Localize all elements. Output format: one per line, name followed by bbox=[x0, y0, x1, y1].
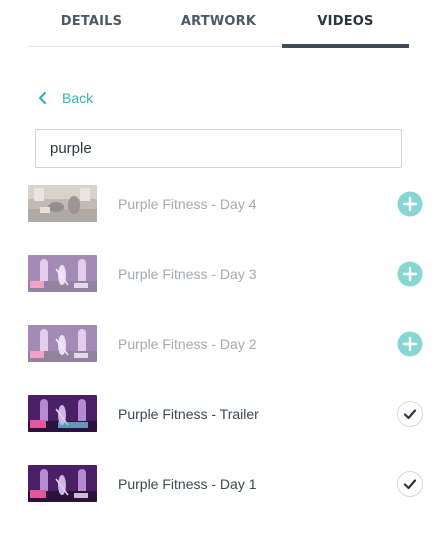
check-circle-icon bbox=[397, 401, 423, 427]
added-video-button[interactable] bbox=[396, 400, 424, 428]
back-label: Back bbox=[62, 90, 94, 106]
check-circle-icon bbox=[397, 471, 423, 497]
chevron-left-icon bbox=[38, 91, 47, 105]
video-title: Purple Fitness - Day 4 bbox=[118, 196, 257, 212]
plus-circle-icon bbox=[397, 331, 423, 357]
video-row-day-3: Purple Fitness - Day 3 bbox=[0, 239, 444, 309]
add-video-button[interactable] bbox=[396, 190, 424, 218]
add-video-button[interactable] bbox=[396, 260, 424, 288]
video-row-trailer: Purple Fitness - Trailer bbox=[0, 379, 444, 449]
plus-circle-icon bbox=[397, 261, 423, 287]
video-thumbnail bbox=[28, 465, 97, 502]
video-thumbnail bbox=[28, 185, 97, 222]
back-link[interactable]: Back bbox=[36, 88, 93, 108]
video-title: Purple Fitness - Day 2 bbox=[118, 336, 257, 352]
video-title: Purple Fitness - Day 3 bbox=[118, 266, 257, 282]
video-row-day-1: Purple Fitness - Day 1 bbox=[0, 449, 444, 519]
video-thumbnail bbox=[28, 395, 97, 432]
plus-circle-icon bbox=[397, 191, 423, 217]
video-row-day-4: Purple Fitness - Day 4 bbox=[0, 169, 444, 239]
added-video-button[interactable] bbox=[396, 470, 424, 498]
tab-artwork[interactable]: ARTWORK bbox=[155, 0, 282, 46]
video-thumbnail bbox=[28, 255, 97, 292]
add-video-button[interactable] bbox=[396, 330, 424, 358]
search-input[interactable] bbox=[35, 129, 402, 168]
video-thumbnail bbox=[28, 325, 97, 362]
video-row-day-2: Purple Fitness - Day 2 bbox=[0, 309, 444, 379]
tab-bar: DETAILS ARTWORK VIDEOS bbox=[28, 0, 409, 48]
video-list: Purple Fitness - Day 4 Purple Fitness - … bbox=[0, 169, 444, 519]
video-title: Purple Fitness - Trailer bbox=[118, 406, 259, 422]
video-title: Purple Fitness - Day 1 bbox=[118, 476, 257, 492]
tab-videos[interactable]: VIDEOS bbox=[282, 0, 409, 48]
tab-details[interactable]: DETAILS bbox=[28, 0, 155, 46]
